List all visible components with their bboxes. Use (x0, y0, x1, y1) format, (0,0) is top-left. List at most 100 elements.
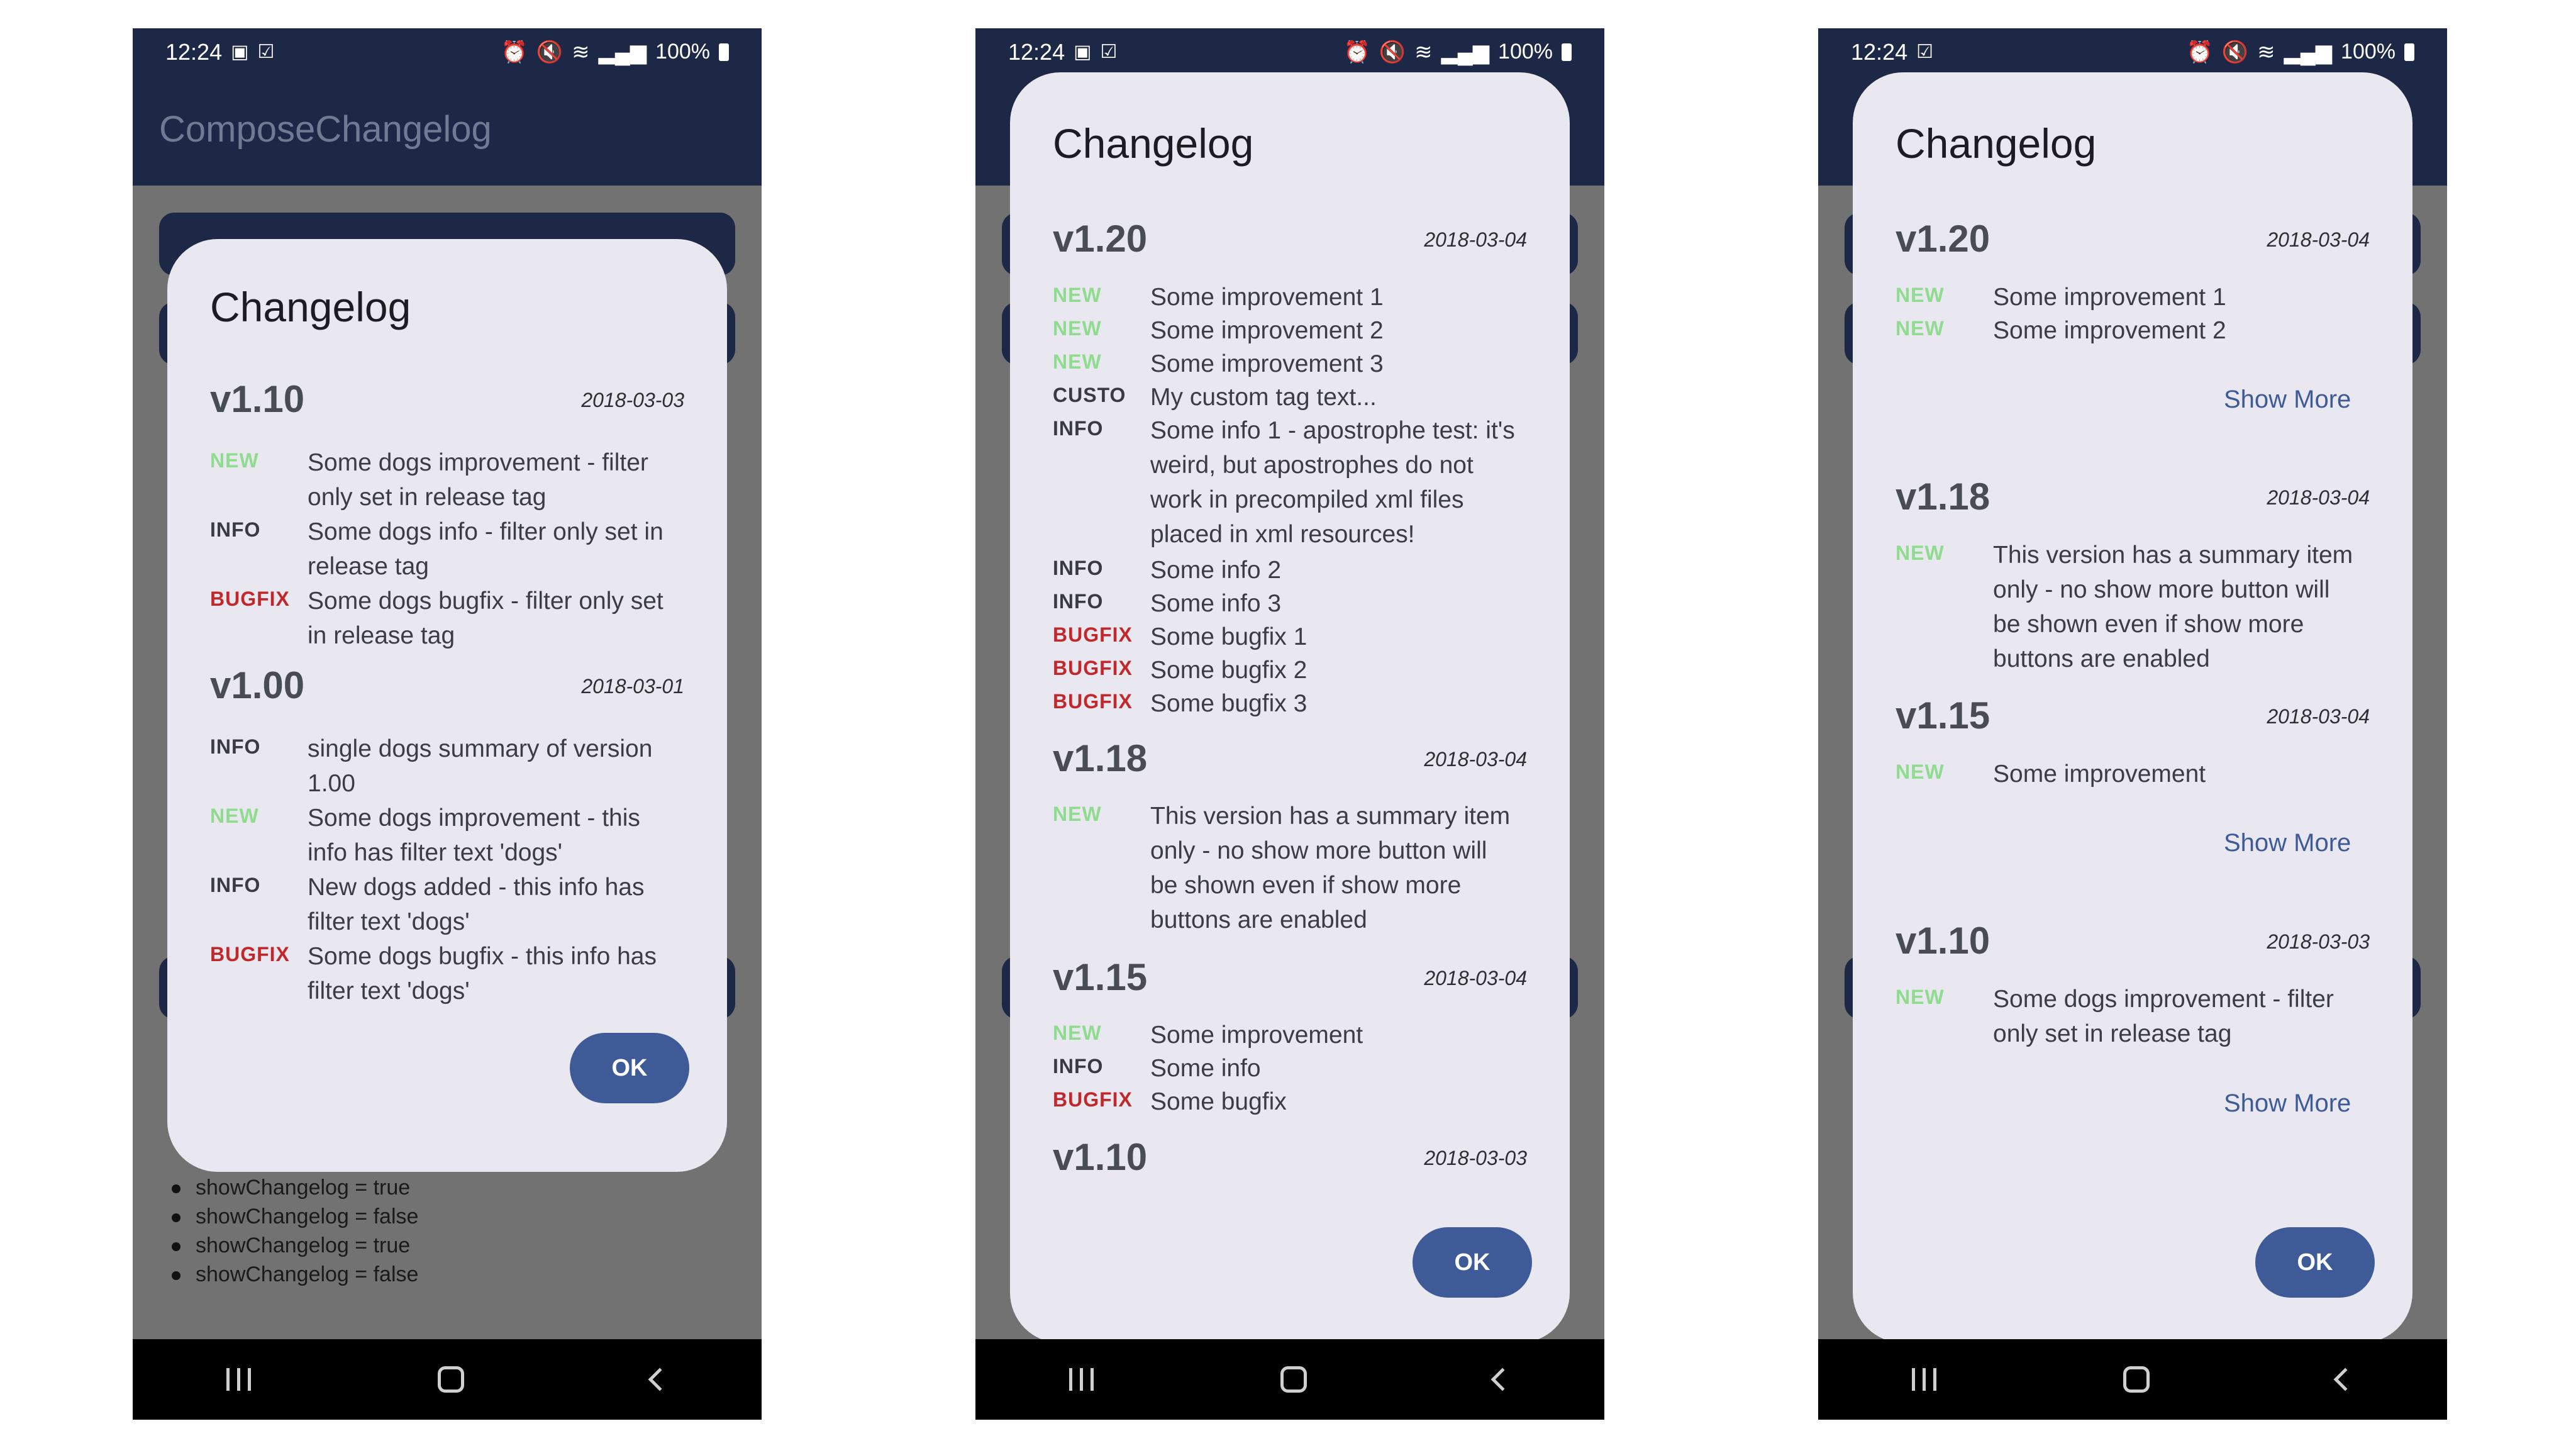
app-title: ComposeChangelog (159, 109, 492, 150)
tag-info: INFO (1053, 417, 1104, 440)
mute-icon: 🔇 (1379, 40, 1406, 64)
version-name: v1.20 (1896, 218, 1990, 260)
version-date: 2018-03-04 (2267, 228, 2370, 251)
status-bar: 12:24 ▣ ☑ ⏰ 🔇 ≋ ▂▄▆ 100% (975, 28, 1604, 75)
version-header: v1.10 2018-03-03 (1896, 919, 2370, 963)
alarm-icon: ⏰ (501, 40, 528, 64)
signal-icon: ▂▄▆ (2284, 40, 2333, 64)
image-icon: ▣ (231, 42, 249, 62)
version-name: v1.10 (210, 378, 305, 420)
row-text: Some info 1 - apostrophe test: it's weir… (1150, 417, 1515, 548)
row-text: Some improvement 2 (1993, 317, 2226, 344)
home-icon[interactable] (438, 1366, 465, 1393)
tag-new: NEW (1896, 317, 1945, 340)
wifi-icon: ≋ (572, 40, 590, 64)
tag-info: INFO (210, 518, 261, 541)
check-box-icon: ☑ (1100, 42, 1118, 62)
tag-bugfix: BUGFIX (210, 588, 290, 610)
version-name: v1.10 (1053, 1136, 1148, 1178)
show-more-button[interactable]: Show More (2224, 829, 2351, 857)
tag-new: NEW (210, 449, 259, 472)
dialog-title: Changelog (1053, 120, 1254, 167)
tag-bugfix: BUGFIX (1053, 690, 1133, 713)
signal-icon: ▂▄▆ (1441, 40, 1490, 64)
back-icon[interactable] (2333, 1367, 2357, 1391)
recents-icon[interactable] (226, 1368, 251, 1391)
tag-new: NEW (1053, 317, 1102, 340)
status-time: 12:24 (1851, 38, 1908, 65)
row-text: Some info 3 (1150, 590, 1282, 617)
phone-screen-2: 12:24 ▣ ☑ ⏰ 🔇 ≋ ▂▄▆ 100% Changelog v1.20… (975, 28, 1604, 1420)
status-bar: 12:24 ☑ ⏰ 🔇 ≋ ▂▄▆ 100% (1818, 28, 2447, 75)
tag-bugfix: BUGFIX (1053, 1088, 1133, 1111)
image-icon: ▣ (1074, 42, 1092, 62)
list-item: showChangelog = false (172, 1260, 418, 1289)
row-text: Some improvement (1993, 760, 2206, 788)
row-text: Some info (1150, 1055, 1261, 1082)
ok-button[interactable]: OK (1413, 1227, 1532, 1298)
home-icon[interactable] (1280, 1366, 1307, 1393)
version-header: v1.10 2018-03-03 (1053, 1135, 1527, 1179)
version-name: v1.18 (1053, 737, 1148, 779)
mute-icon: 🔇 (2221, 40, 2249, 64)
version-name: v1.18 (1896, 476, 1990, 518)
check-box-icon: ☑ (1916, 42, 1933, 62)
tag-new: NEW (1896, 542, 1945, 564)
version-name: v1.00 (210, 664, 305, 706)
row-text: My custom tag text... (1150, 384, 1377, 411)
status-time: 12:24 (165, 38, 223, 65)
row-text: New dogs added - this info has filter tex… (308, 874, 645, 935)
check-box-icon: ☑ (257, 42, 275, 62)
background-list: showChangelog = true showChangelog = fal… (172, 1173, 418, 1289)
row-text: This version has a summary item only - n… (1150, 803, 1511, 933)
version-date: 2018-03-03 (2267, 930, 2370, 953)
version-date: 2018-03-04 (1424, 748, 1527, 771)
tag-info: INFO (1053, 590, 1104, 613)
tag-bugfix: BUGFIX (1053, 657, 1133, 679)
signal-icon: ▂▄▆ (598, 40, 647, 64)
dialog-title: Changelog (1896, 120, 2097, 167)
show-more-button[interactable]: Show More (2224, 1089, 2351, 1118)
recents-icon[interactable] (1911, 1368, 1936, 1391)
tag-custom: CUSTO (1053, 384, 1126, 406)
row-text: Some improvement (1150, 1022, 1363, 1049)
battery-label: 100% (1498, 40, 1553, 64)
row-text: Some bugfix 1 (1150, 623, 1307, 650)
phone-screen-3: 12:24 ☑ ⏰ 🔇 ≋ ▂▄▆ 100% Changelog v1.20 2… (1818, 28, 2447, 1420)
tag-bugfix: BUGFIX (1053, 623, 1133, 646)
version-name: v1.20 (1053, 218, 1148, 260)
row-text: Some dogs improvement - filter only set … (1993, 986, 2334, 1047)
recents-icon[interactable] (1069, 1368, 1094, 1391)
row-text: This version has a summary item only - n… (1993, 542, 2353, 672)
tag-bugfix: BUGFIX (210, 943, 290, 966)
mute-icon: 🔇 (536, 40, 564, 64)
alarm-icon: ⏰ (1343, 40, 1370, 64)
tag-new: NEW (1896, 284, 1945, 306)
wifi-icon: ≋ (2257, 40, 2275, 64)
row-text: Some bugfix (1150, 1088, 1287, 1115)
home-icon[interactable] (2123, 1366, 2150, 1393)
version-date: 2018-03-04 (2267, 486, 2370, 509)
show-more-button[interactable]: Show More (2224, 386, 2351, 414)
back-icon[interactable] (648, 1367, 672, 1391)
wifi-icon: ≋ (1414, 40, 1433, 64)
alarm-icon: ⏰ (2186, 40, 2213, 64)
status-time: 12:24 (1008, 38, 1065, 65)
battery-icon (719, 43, 729, 61)
back-icon[interactable] (1491, 1367, 1514, 1391)
ok-button[interactable]: OK (2255, 1227, 2375, 1298)
battery-icon (2404, 43, 2414, 61)
tag-new: NEW (1053, 1022, 1102, 1044)
changelog-dialog: Changelog v1.20 2018-03-04 NEW Some impr… (1853, 72, 2412, 1343)
navigation-bar (975, 1339, 1604, 1420)
row-text: single dogs summary of version 1.00 (308, 735, 653, 797)
version-date: 2018-03-04 (1424, 967, 1527, 989)
battery-icon (1562, 43, 1572, 61)
row-text: Some bugfix 3 (1150, 690, 1307, 717)
row-text: Some bugfix 2 (1150, 657, 1307, 684)
row-text: Some dogs info - filter only set in relea… (308, 518, 663, 580)
ok-button[interactable]: OK (570, 1033, 689, 1103)
tag-info: INFO (210, 735, 261, 758)
version-name: v1.15 (1896, 694, 1990, 737)
tag-new: NEW (1896, 986, 1945, 1008)
